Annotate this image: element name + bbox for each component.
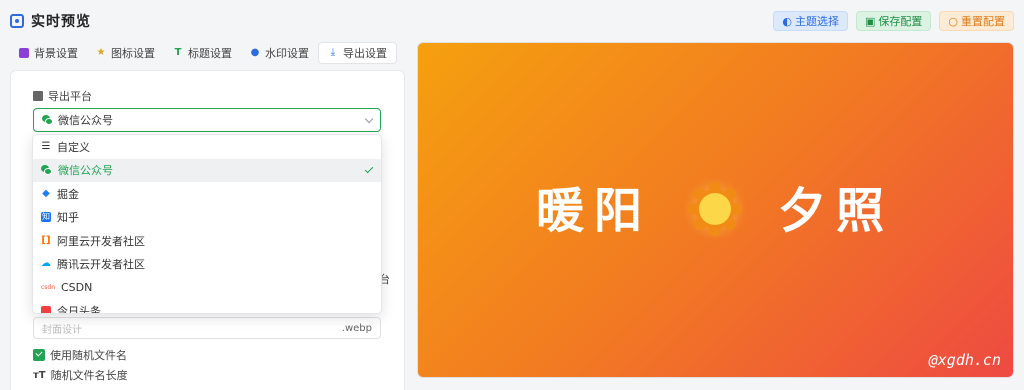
option-label: 今日头条 [57, 305, 101, 314]
sliders-icon: ☰ [41, 140, 51, 152]
chevron-down-icon [364, 114, 374, 123]
platform-icon [33, 91, 43, 101]
tab-icon-label: 图标设置 [111, 47, 155, 60]
random-length-label-text: 随机文件名长度 [50, 369, 128, 382]
option-label: 自定义 [57, 140, 90, 154]
tencent-cloud-icon: ☁ [41, 258, 51, 270]
filename-extension: .webp [341, 322, 372, 334]
save-config-button[interactable]: ▣ 保存配置 [855, 11, 932, 31]
option-label: 腾讯云开发者社区 [57, 258, 145, 272]
filename-input[interactable]: 封面设计 .webp [33, 317, 381, 339]
text-icon: T [174, 47, 182, 58]
random-name-label: 使用随机文件名 [50, 349, 127, 362]
dropdown-option-juejin[interactable]: ◆ 掘金 [33, 182, 381, 206]
tab-title-label: 标题设置 [188, 47, 232, 60]
platform-label-text: 导出平台 [48, 90, 92, 103]
option-label: 阿里云开发者社区 [57, 234, 145, 248]
tab-watermark[interactable]: ● 水印设置 [241, 42, 318, 64]
dropdown-option-csdn[interactable]: csdn CSDN [33, 276, 381, 300]
theme-select-label: 主题选择 [794, 15, 839, 28]
tab-background[interactable]: 背景设置 [10, 42, 87, 64]
wechat-icon [42, 115, 53, 125]
page-title: 实时预览 [10, 11, 91, 31]
tab-icon[interactable]: ★ 图标设置 [87, 42, 164, 64]
preview-title-right: 夕照 [778, 183, 895, 239]
sun-icon [683, 177, 747, 241]
download-icon: ⤓ [330, 47, 336, 58]
eye-icon [10, 14, 24, 28]
option-label: 掘金 [57, 187, 79, 201]
save-icon: ▣ [864, 14, 876, 28]
drop-icon: ● [250, 47, 260, 58]
dropdown-option-tencent-cloud[interactable]: ☁ 腾讯云开发者社区 [33, 253, 381, 277]
filename-placeholder: 封面设计 [42, 324, 82, 336]
star-icon: ★ [96, 47, 106, 58]
platform-label: 导出平台 [33, 88, 92, 104]
platform-dropdown: ☰ 自定义 微信公众号 ◆ 掘金 知 知乎 [] 阿里云开发者社区 ☁ 腾讯云开… [32, 134, 382, 314]
reset-config-label: 重置配置 [961, 15, 1005, 28]
image-icon [19, 48, 29, 58]
aliyun-icon: [] [41, 234, 51, 246]
platform-select-value: 微信公众号 [58, 114, 113, 127]
tab-export[interactable]: ⤓ 导出设置 [318, 42, 397, 64]
platform-select[interactable]: 微信公众号 [33, 108, 381, 132]
reset-config-button[interactable]: ○ 重置配置 [939, 11, 1014, 31]
theme-select-button[interactable]: ◐ 主题选择 [773, 11, 848, 31]
reset-icon: ○ [948, 14, 958, 28]
app-root: 实时预览 ◐ 主题选择 ▣ 保存配置 ○ 重置配置 背景设置 ★ 图标设置 T … [0, 0, 1024, 390]
check-icon [364, 164, 374, 173]
dropdown-option-toutiao[interactable]: 今日头条 [33, 300, 381, 314]
tab-title[interactable]: T 标题设置 [164, 42, 241, 64]
tab-background-label: 背景设置 [34, 47, 78, 60]
juejin-icon: ◆ [42, 187, 50, 199]
preview-watermark: @xgdh.cn [928, 351, 1001, 369]
tab-watermark-label: 水印设置 [265, 47, 309, 60]
option-label: CSDN [61, 281, 93, 295]
cover-preview: 暖阳 夕照 @xgdh.cn [417, 42, 1014, 378]
dropdown-option-aliyun[interactable]: [] 阿里云开发者社区 [33, 229, 381, 253]
dropdown-option-zhihu[interactable]: 知 知乎 [33, 206, 381, 230]
toutiao-icon [41, 306, 51, 313]
page-title-text: 实时预览 [31, 14, 91, 30]
topbar: 实时预览 ◐ 主题选择 ▣ 保存配置 ○ 重置配置 [10, 8, 1014, 34]
random-name-row[interactable]: 使用随机文件名 [33, 347, 127, 363]
zhihu-icon: 知 [41, 212, 51, 223]
header-actions: ◐ 主题选择 ▣ 保存配置 ○ 重置配置 [773, 11, 1014, 31]
tab-export-label: 导出设置 [343, 47, 387, 60]
dropdown-option-wechat[interactable]: 微信公众号 [33, 158, 381, 182]
preview-title-left: 暖阳 [536, 183, 653, 239]
random-name-checkbox[interactable] [33, 349, 45, 361]
random-length-label: ᴛT 随机文件名长度 [33, 367, 128, 383]
csdn-icon: csdn [41, 283, 56, 291]
palette-icon: ◐ [782, 14, 792, 28]
option-label: 微信公众号 [58, 164, 113, 178]
settings-tabs: 背景设置 ★ 图标设置 T 标题设置 ● 水印设置 ⤓ 导出设置 [10, 42, 405, 64]
option-label: 知乎 [57, 211, 79, 225]
dropdown-option-custom[interactable]: ☰ 自定义 [33, 135, 381, 159]
save-config-label: 保存配置 [878, 15, 923, 28]
text-size-icon: ᴛT [33, 369, 46, 381]
wechat-icon [41, 165, 52, 176]
